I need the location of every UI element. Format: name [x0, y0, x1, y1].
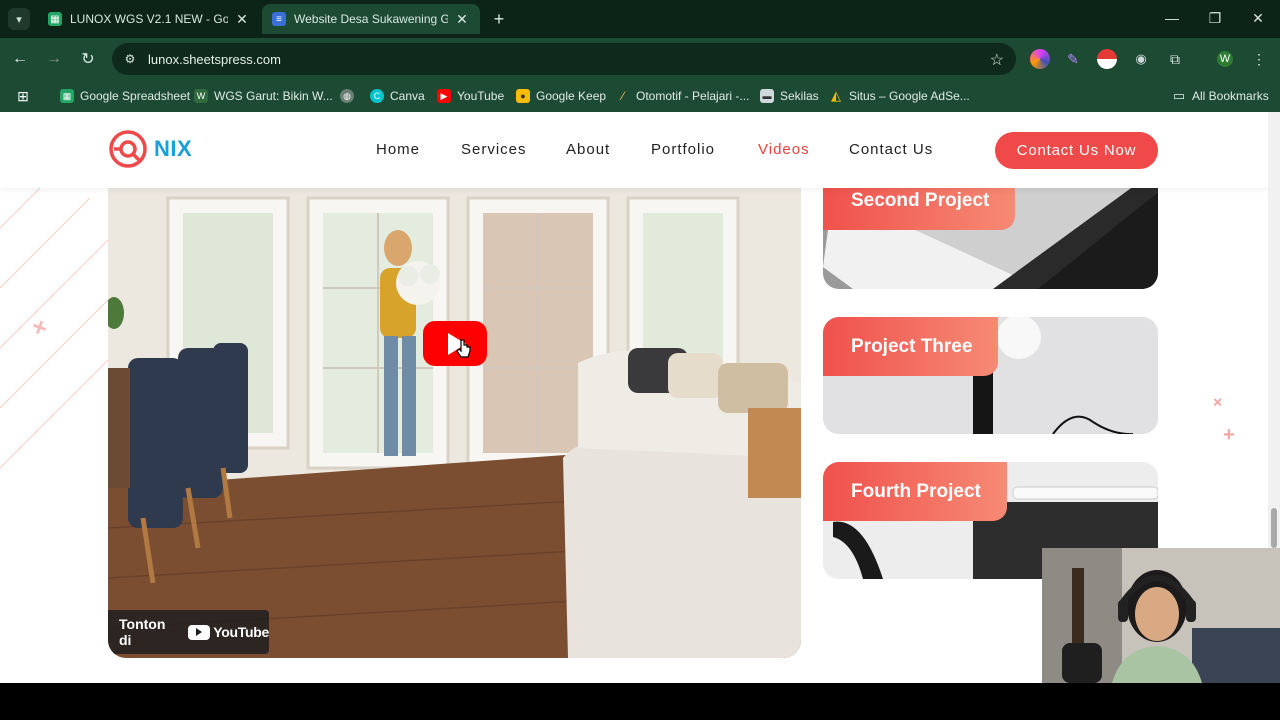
watch-on-label: Tonton di [119, 616, 166, 648]
url-text: lunox.sheetspress.com [148, 51, 281, 67]
new-tab-icon[interactable]: + [488, 8, 510, 30]
globe-icon: ◍ [340, 89, 354, 103]
browser-window: ▾ ▦ LUNOX WGS V2.1 NEW - Googl ✕ ≡ Websi… [0, 0, 1280, 720]
project-title: Fourth Project [823, 462, 1007, 521]
nav-home[interactable]: Home [376, 141, 420, 158]
project-title: Project Three [823, 317, 999, 376]
bookmark-globe[interactable]: ◍ [340, 87, 360, 105]
bookmark-google-spreadsheet[interactable]: ▦ Google Spreadsheet [60, 87, 190, 105]
watch-on-youtube-badge[interactable]: Tonton di YouTube [108, 610, 269, 654]
bookmark-youtube[interactable]: ▶ YouTube [437, 87, 504, 105]
menu-kebab-icon[interactable]: ⋮ [1249, 49, 1269, 69]
decorative-lines [0, 188, 109, 469]
extension-color-icon[interactable] [1030, 49, 1050, 69]
profile-avatar[interactable]: W [1215, 49, 1235, 69]
site-info-icon[interactable]: ⚙ [122, 51, 138, 67]
youtube-logo-icon: YouTube [188, 624, 269, 640]
all-bookmarks-label: All Bookmarks [1192, 89, 1269, 103]
keep-icon: ● [516, 89, 530, 103]
site-icon: ≡ [272, 12, 286, 26]
tab-title: LUNOX WGS V2.1 NEW - Googl [70, 12, 228, 26]
nav-videos[interactable]: Videos [758, 141, 810, 158]
bookmark-google-keep[interactable]: ● Google Keep [516, 87, 606, 105]
youtube-wordmark: YouTube [213, 624, 269, 640]
decorative-plus: + [1223, 424, 1235, 446]
bookmark-adsense[interactable]: ◭ Situs – Google AdSe... [829, 87, 970, 105]
logo-text: NIX [154, 136, 193, 161]
bookmark-sekilas[interactable]: ▬ Sekilas [760, 87, 819, 105]
bookmark-label: WGS Garut: Bikin W... [214, 89, 333, 103]
nav-contact-us[interactable]: Contact Us [849, 141, 933, 158]
bookmark-otomotif[interactable]: ⁄ Otomotif - Pelajari -... [616, 87, 749, 105]
wgs-icon: W [194, 89, 208, 103]
bookmark-label: Situs – Google AdSe... [849, 89, 970, 103]
restore-icon[interactable]: ❐ [1195, 6, 1235, 30]
browser-toolbar: ← → ↻ ⚙ lunox.sheetspress.com ☆ ✎ ◉ ⧉ W … [0, 38, 1280, 80]
all-bookmarks[interactable]: ▭ All Bookmarks [1172, 87, 1269, 105]
window-close-icon[interactable]: ✕ [1238, 6, 1278, 30]
project-card-three[interactable]: Project Three [823, 317, 1158, 434]
logo-mark-icon [109, 130, 147, 168]
screen-bottom-bar [0, 683, 1280, 720]
youtube-icon: ▶ [437, 89, 451, 103]
nav-about[interactable]: About [566, 141, 610, 158]
extension-pokeball-icon[interactable] [1097, 49, 1117, 69]
scrollbar-thumb[interactable] [1271, 508, 1277, 548]
tab-strip: ▾ ▦ LUNOX WGS V2.1 NEW - Googl ✕ ≡ Websi… [0, 0, 1280, 38]
bookmark-label: YouTube [457, 89, 505, 103]
extensions-puzzle-icon[interactable]: ⧉ [1165, 49, 1185, 69]
tab-lunox-wgs[interactable]: ▦ LUNOX WGS V2.1 NEW - Googl ✕ [38, 4, 260, 34]
forward-icon[interactable]: → [42, 47, 66, 71]
bookmark-canva[interactable]: C Canva [370, 87, 425, 105]
decorative-cross: + [1206, 391, 1229, 413]
minimize-icon[interactable]: — [1152, 6, 1192, 30]
video-thumbnail [108, 188, 801, 658]
webcam-person [1042, 548, 1280, 683]
close-icon[interactable]: ✕ [454, 11, 470, 27]
back-icon[interactable]: ← [8, 47, 32, 71]
bookmark-label: Google Keep [536, 89, 607, 103]
bookmark-wgs-garut[interactable]: W WGS Garut: Bikin W... [194, 87, 333, 105]
sheets-icon: ▦ [48, 12, 62, 26]
tab-website-desa[interactable]: ≡ Website Desa Sukawening Garu ✕ [262, 4, 480, 34]
tab-title: Website Desa Sukawening Garu [294, 12, 448, 26]
folder-icon: ▭ [1172, 88, 1186, 103]
apps-grid-icon[interactable]: ⊞ [16, 87, 36, 105]
otomotif-icon: ⁄ [621, 89, 624, 103]
sheets-icon: ▦ [60, 89, 74, 103]
profile-initial: W [1219, 53, 1231, 65]
nav-services[interactable]: Services [461, 141, 527, 158]
video-embed[interactable]: Tonton di YouTube [108, 188, 801, 658]
bookmark-label: Google Spreadsheet [80, 89, 191, 103]
contact-us-now-button[interactable]: Contact Us Now [995, 132, 1158, 169]
extension-pen-icon[interactable]: ✎ [1063, 49, 1083, 69]
reload-icon[interactable]: ↻ [76, 47, 100, 71]
project-card-second[interactable]: Second Project [823, 172, 1158, 289]
close-icon[interactable]: ✕ [234, 11, 250, 27]
adsense-icon: ◭ [831, 88, 841, 103]
nav-portfolio[interactable]: Portfolio [651, 141, 715, 158]
bookmark-label: Canva [390, 89, 425, 103]
extension-camera-icon[interactable]: ◉ [1131, 49, 1151, 69]
address-bar[interactable]: ⚙ lunox.sheetspress.com ☆ [112, 43, 1016, 75]
sekilas-icon: ▬ [760, 89, 774, 103]
bookmark-label: Sekilas [780, 89, 819, 103]
canva-icon: C [370, 89, 384, 103]
bookmark-star-icon[interactable]: ☆ [990, 50, 1004, 70]
site-header: NIX Home Services About Portfolio Videos… [0, 112, 1268, 188]
site-logo[interactable]: NIX [108, 129, 192, 169]
webcam-overlay [1042, 548, 1280, 683]
bookmarks-bar: ⊞ ▦ Google Spreadsheet W WGS Garut: Biki… [0, 80, 1280, 112]
bookmark-label: Otomotif - Pelajari -... [636, 89, 750, 103]
hand-cursor-icon [456, 339, 471, 358]
tab-search-icon[interactable]: ▾ [8, 8, 30, 30]
youtube-play-button[interactable] [423, 321, 487, 366]
